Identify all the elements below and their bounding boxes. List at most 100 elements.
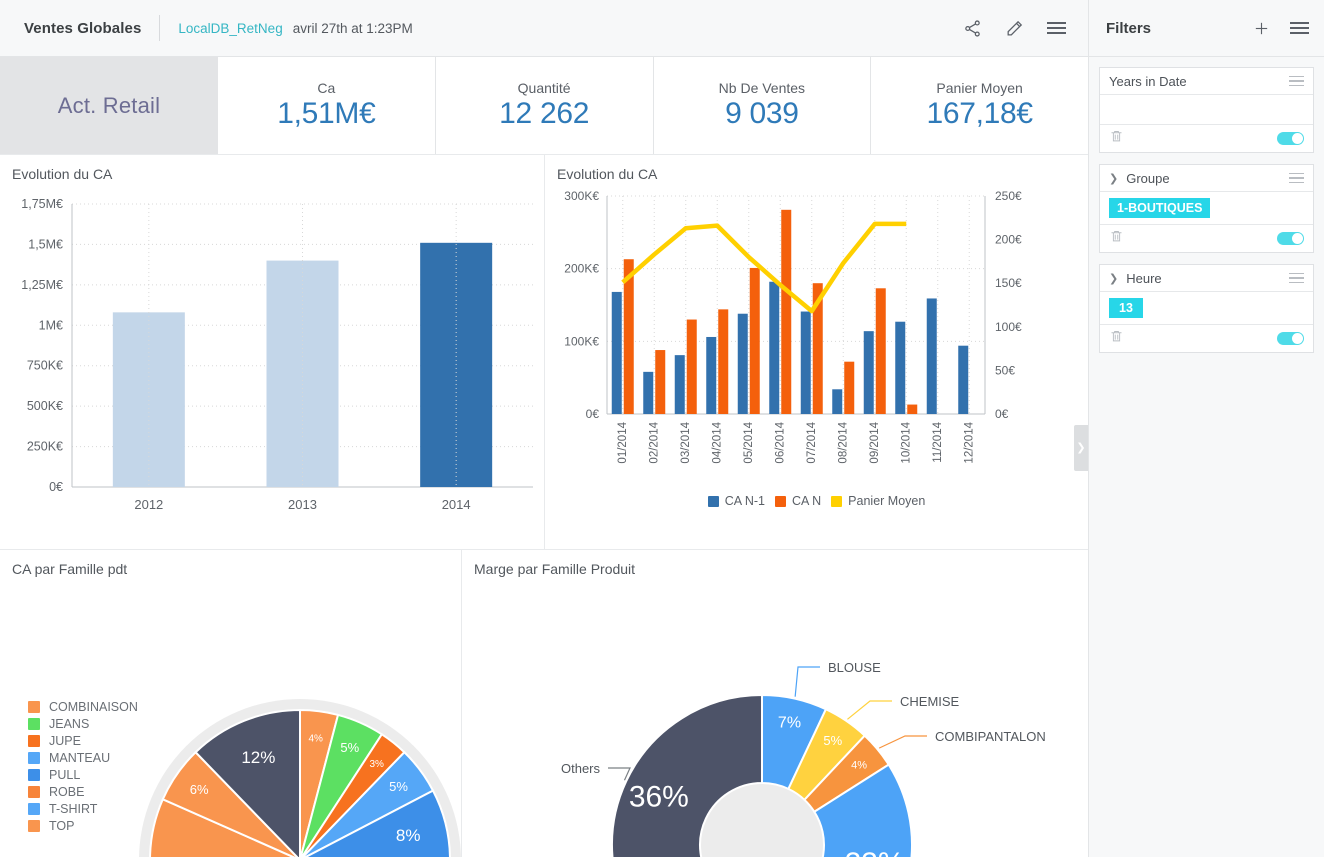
svg-text:750K€: 750K€ <box>27 359 63 373</box>
svg-text:50€: 50€ <box>995 363 1015 377</box>
bar-chart-yearly[interactable]: 0€ 250K€ 500K€ 750K€ 1M€ 1,25M€ 1,5M€ 1,75M€ 201… <box>0 182 545 542</box>
filter-card-menu-icon[interactable] <box>1289 272 1304 284</box>
legend-item[interactable]: CA N <box>774 494 821 508</box>
kpi-value: 9 039 <box>725 97 799 131</box>
svg-text:10/2014: 10/2014 <box>900 421 912 463</box>
filter-card-footer <box>1100 225 1313 252</box>
legend-item[interactable]: Panier Moyen <box>831 494 925 508</box>
filter-card-header: Years in Date <box>1100 68 1313 95</box>
filters-title: Filters <box>1106 19 1152 37</box>
kpi-panier-moyen[interactable]: Panier Moyen 167,18€ <box>871 57 1088 154</box>
filter-card: ❯ Groupe 1-BOUTIQUES <box>1099 164 1314 253</box>
filter-enable-toggle[interactable] <box>1277 332 1304 345</box>
legend-label: CA N-1 <box>724 494 765 508</box>
svg-text:01/2014: 01/2014 <box>617 421 629 463</box>
kpi-label: Nb De Ventes <box>718 80 806 97</box>
svg-text:07/2014: 07/2014 <box>806 421 818 463</box>
svg-text:2014: 2014 <box>442 497 471 512</box>
svg-text:500K€: 500K€ <box>27 399 63 413</box>
kpi-row: Act. Retail Ca 1,51M€ Quantité 12 262 Nb… <box>0 57 1088 155</box>
filter-card-body <box>1100 95 1313 125</box>
legend-label: Panier Moyen <box>848 494 926 508</box>
kpi-label: Ca <box>317 80 336 97</box>
menu-icon[interactable] <box>1044 16 1068 40</box>
filter-card-title: Years in Date <box>1109 73 1187 89</box>
svg-text:1M€: 1M€ <box>39 318 63 332</box>
legend-swatch <box>707 495 719 507</box>
filters-menu-icon[interactable] <box>1287 16 1311 40</box>
charts-grid: Evolution du CA 0€ 250K€ 500K€ 750K€ 1M€ 1,25… <box>0 155 1088 857</box>
combo-chart-legend: CA N-1 CA N Panier Moyen <box>545 494 1088 508</box>
kpi-value: 12 262 <box>499 97 590 131</box>
svg-text:05/2014: 05/2014 <box>743 421 755 463</box>
combo-chart-monthly[interactable]: 0€ 100K€ 200K€ 300K€ 0€ 50€ 100€ 150€ 200€ 250€ 01… <box>545 182 1075 492</box>
svg-text:250€: 250€ <box>995 189 1022 203</box>
donut-callout-label: BLOUSE <box>828 660 881 675</box>
trash-icon[interactable] <box>1109 329 1124 349</box>
svg-text:150€: 150€ <box>995 276 1022 290</box>
filter-enable-toggle[interactable] <box>1277 132 1304 145</box>
svg-text:09/2014: 09/2014 <box>869 421 881 463</box>
filter-card-title: Heure <box>1126 270 1162 286</box>
widget-title: Evolution du CA <box>557 166 658 182</box>
widget-title: Marge par Famille Produit <box>474 561 636 577</box>
kpi-ca[interactable]: Ca 1,51M€ <box>218 57 436 154</box>
filter-card-menu-icon[interactable] <box>1289 75 1304 87</box>
pie-slice-label: 5% <box>389 779 408 794</box>
svg-text:2012: 2012 <box>134 497 163 512</box>
trash-icon[interactable] <box>1109 229 1124 249</box>
widget-evolution-du-ca-yearly: Evolution du CA 0€ 250K€ 500K€ 750K€ 1M€ 1,25… <box>0 155 545 549</box>
svg-text:100€: 100€ <box>995 320 1022 334</box>
filters-list: Years in Date ❯ Groupe 1-BOUTIQUES ❯ Heure 13 <box>1089 57 1324 353</box>
pie-chart[interactable]: 4%5%3%5%8%28%25%6%12% <box>0 595 462 857</box>
filter-card-header: ❯ Groupe <box>1100 165 1313 192</box>
widget-title: Evolution du CA <box>12 166 113 182</box>
svg-text:300K€: 300K€ <box>564 189 599 203</box>
svg-text:1,5M€: 1,5M€ <box>28 237 63 251</box>
svg-text:1,75M€: 1,75M€ <box>21 197 63 211</box>
donut-callout-label: Others <box>561 761 601 776</box>
panel-collapse-handle[interactable]: ❯ <box>1074 425 1088 471</box>
kpi-quantite[interactable]: Quantité 12 262 <box>436 57 654 154</box>
svg-text:1,25M€: 1,25M€ <box>21 278 63 292</box>
donut-chart[interactable]: 7%5%4%23%36%BLOUSECHEMISECOMBIPANTALONCO… <box>462 595 1088 857</box>
filter-value-tag[interactable]: 13 <box>1109 298 1143 318</box>
widget-title: CA par Famille pdt <box>12 561 128 577</box>
filter-value-tag[interactable]: 1-BOUTIQUES <box>1109 198 1211 218</box>
edit-pencil-icon[interactable] <box>1002 16 1026 40</box>
filter-card-menu-icon[interactable] <box>1289 172 1304 184</box>
filter-card: Years in Date <box>1099 67 1314 153</box>
donut-slice-label: 5% <box>823 733 842 748</box>
trash-icon[interactable] <box>1109 129 1124 149</box>
plus-icon[interactable] <box>1249 16 1273 40</box>
chevron-right-icon[interactable]: ❯ <box>1109 172 1118 185</box>
donut-callout-line <box>847 700 892 720</box>
svg-text:03/2014: 03/2014 <box>680 421 692 463</box>
widget-evolution-du-ca-monthly: Evolution du CA 0€ 100K€ 200K€ 300K€ 0€ 50€ 10… <box>545 155 1088 549</box>
datasource-link[interactable]: LocalDB_RetNeg <box>178 21 282 36</box>
widget-ca-par-famille-pdt: CA par Famille pdt COMBINAISON JEANS JUPE M… <box>0 550 462 857</box>
kpi-label: Panier Moyen <box>936 80 1023 97</box>
pie-slice-label: 5% <box>340 740 359 755</box>
chevron-right-icon[interactable]: ❯ <box>1109 272 1118 285</box>
legend-item[interactable]: CA N-1 <box>707 494 765 508</box>
legend-swatch <box>774 495 786 507</box>
svg-text:100K€: 100K€ <box>564 334 599 348</box>
donut-callout-line <box>794 666 820 697</box>
dashboard-app: Ventes Globales LocalDB_RetNeg avril 27t… <box>0 0 1324 857</box>
share-icon[interactable] <box>960 16 984 40</box>
pie-slice-label: 12% <box>241 748 275 767</box>
kpi-value: 167,18€ <box>926 97 1033 131</box>
kpi-nb-de-ventes[interactable]: Nb De Ventes 9 039 <box>654 57 872 154</box>
svg-text:08/2014: 08/2014 <box>837 421 849 463</box>
filter-enable-toggle[interactable] <box>1277 232 1304 245</box>
svg-text:12/2014: 12/2014 <box>963 421 975 463</box>
pie-slice-label: 4% <box>309 733 324 744</box>
tab-act-retail[interactable]: Act. Retail <box>0 57 218 154</box>
last-refresh-timestamp: avril 27th at 1:23PM <box>292 20 413 36</box>
main-content: Ventes Globales LocalDB_RetNeg avril 27t… <box>0 0 1088 857</box>
donut-callout-line <box>878 735 927 749</box>
donut-callout-label: COMBIPANTALON <box>935 729 1046 744</box>
charts-row-bottom: CA par Famille pdt COMBINAISON JEANS JUPE M… <box>0 550 1088 857</box>
donut-slice-label: 36% <box>629 781 689 814</box>
